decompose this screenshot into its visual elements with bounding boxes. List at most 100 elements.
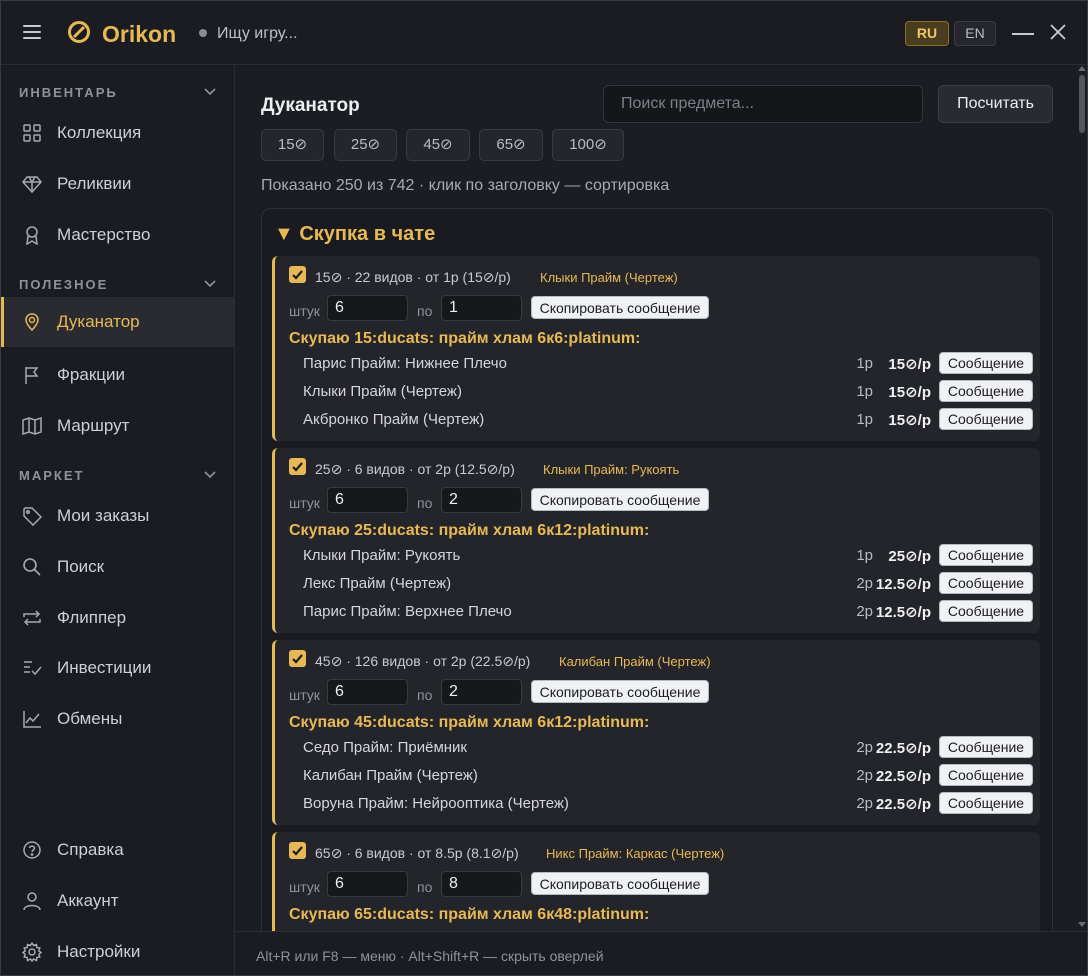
chip-45[interactable]: 45⊘ (406, 129, 470, 161)
grid-icon (22, 123, 42, 143)
sidebar-item-relics[interactable]: Реликвии (1, 159, 234, 209)
qty-label: штук (289, 687, 320, 703)
close-icon[interactable] (1049, 23, 1067, 41)
message-button[interactable]: Сообщение (939, 792, 1033, 814)
buy-message: Скупаю 25:ducats: прайм хлам 6к12:platin… (289, 522, 650, 539)
message-button[interactable]: Сообщение (939, 544, 1033, 566)
item-ducats-per-plat: 12.5⊘/р (875, 576, 931, 593)
group-checkbox[interactable] (289, 266, 306, 283)
sidebar-item-route[interactable]: Маршрут (1, 401, 234, 451)
panel-toggle[interactable]: ▼ Скупка в чате (274, 223, 435, 246)
calculate-button[interactable]: Посчитать (938, 85, 1053, 123)
per-label: по (417, 687, 433, 703)
minimize-icon[interactable] (1012, 33, 1034, 35)
search-icon (22, 557, 42, 577)
per-label: по (417, 495, 433, 511)
list-item: Клыки Прайм (Чертеж) 1р 15⊘/р Сообщение (275, 380, 1043, 406)
tag-icon (22, 506, 42, 526)
list-item: Клыки Прайм: Рукоять 1р 25⊘/р Сообщение (275, 544, 1043, 570)
sidebar-item-label: Обмены (57, 709, 123, 728)
group-top-item: Клыки Прайм (Чертеж) (540, 270, 678, 285)
sidebar-item-ducanator[interactable]: Дуканатор (1, 297, 234, 347)
copy-message-button[interactable]: Скопировать сообщение (531, 296, 709, 319)
item-ducats-per-plat: 15⊘/р (888, 356, 931, 373)
sidebar-item-mastery[interactable]: Мастерство (1, 210, 234, 260)
sidebar-item-label: Коллекция (57, 123, 142, 142)
user-icon (22, 891, 42, 911)
message-button[interactable]: Сообщение (939, 408, 1033, 430)
group-header[interactable]: 15⊘ · 22 видов · от 1р (15⊘/р) (315, 269, 511, 286)
price-input[interactable] (441, 487, 522, 513)
sidebar-item-flipper[interactable]: Флиппер (1, 593, 234, 643)
copy-message-button[interactable]: Скопировать сообщение (531, 872, 709, 895)
sidebar-item-label: Мои заказы (57, 506, 150, 525)
list-item: Акбронко Прайм (Чертеж) 1р 15⊘/р Сообщен… (275, 408, 1043, 434)
scroll-up-icon[interactable] (1078, 66, 1086, 71)
ducat-group-15: 15⊘ · 22 видов · от 1р (15⊘/р) Клыки Пра… (272, 256, 1040, 441)
main-scrollbar[interactable] (1077, 65, 1087, 931)
ducat-icon: ⊘ (367, 136, 381, 153)
item-name: Клыки Прайм: Рукоять (303, 547, 461, 564)
group-checkbox[interactable] (289, 650, 306, 667)
qty-input[interactable] (327, 487, 408, 513)
scroll-down-icon[interactable] (1078, 922, 1086, 927)
item-name: Седо Прайм: Приёмник (303, 739, 467, 756)
copy-message-button[interactable]: Скопировать сообщение (531, 680, 709, 703)
scroll-thumb[interactable] (1079, 75, 1085, 133)
price-input[interactable] (441, 679, 522, 705)
ducat-icon: ⊘ (294, 136, 308, 153)
per-label: по (417, 303, 433, 319)
item-price: 2р (856, 575, 873, 592)
sidebar-item-factions[interactable]: Фракции (1, 350, 234, 400)
search-input[interactable] (603, 85, 923, 123)
menu-icon[interactable] (23, 25, 41, 41)
message-button[interactable]: Сообщение (939, 352, 1033, 374)
chip-25[interactable]: 25⊘ (334, 129, 397, 161)
price-input[interactable] (441, 871, 522, 897)
copy-message-button[interactable]: Скопировать сообщение (531, 488, 709, 511)
lang-en-button[interactable]: EN (954, 21, 996, 46)
group-header[interactable]: 45⊘ · 126 видов · от 2р (22.5⊘/р) (315, 653, 530, 670)
message-button[interactable]: Сообщение (939, 736, 1033, 758)
chip-value: 100 (569, 136, 595, 153)
chip-100[interactable]: 100⊘ (552, 129, 624, 161)
group-checkbox[interactable] (289, 458, 306, 475)
message-button[interactable]: Сообщение (939, 380, 1033, 402)
sidebar-item-my-orders[interactable]: Мои заказы (1, 491, 234, 541)
chevron-down-icon[interactable] (204, 88, 216, 96)
sidebar-item-help[interactable]: Справка (1, 825, 234, 875)
chip-65[interactable]: 65⊘ (479, 129, 543, 161)
group-top-item: Никс Прайм: Каркас (Чертеж) (546, 846, 725, 861)
item-price: 1р (856, 355, 873, 372)
swap-icon (22, 608, 42, 628)
chevron-down-icon[interactable] (204, 280, 216, 288)
chip-15[interactable]: 15⊘ (261, 129, 324, 161)
item-name: Воруна Прайм: Нейрооптика (Чертеж) (303, 795, 569, 812)
sidebar-item-label: Справка (57, 840, 124, 859)
sidebar-item-search[interactable]: Поиск (1, 542, 234, 592)
group-header[interactable]: 65⊘ · 6 видов · от 8.5р (8.1⊘/р) (315, 845, 519, 862)
sidebar-item-settings[interactable]: Настройки (1, 927, 234, 976)
chevron-down-icon[interactable] (204, 471, 216, 479)
sidebar-item-account[interactable]: Аккаунт (1, 876, 234, 926)
group-header[interactable]: 25⊘ · 6 видов · от 2р (12.5⊘/р) (315, 461, 515, 478)
group-checkbox[interactable] (289, 842, 306, 859)
app-window: Orikon Ищу игру... RU EN ИНВЕНТАРЬ Колле… (0, 0, 1088, 976)
section-title-useful: ПОЛЕЗНОЕ (19, 277, 109, 292)
qty-label: штук (289, 879, 320, 895)
qty-input[interactable] (327, 871, 408, 897)
message-button[interactable]: Сообщение (939, 572, 1033, 594)
orikon-logo-icon (67, 20, 91, 44)
message-button[interactable]: Сообщение (939, 764, 1033, 786)
qty-input[interactable] (327, 295, 408, 321)
qty-label: штук (289, 495, 320, 511)
list-item: Седо Прайм: Приёмник 2р 22.5⊘/р Сообщени… (275, 736, 1043, 762)
qty-input[interactable] (327, 679, 408, 705)
sidebar-item-collection[interactable]: Коллекция (1, 108, 234, 158)
message-button[interactable]: Сообщение (939, 600, 1033, 622)
sidebar-item-investments[interactable]: Инвестиции (1, 643, 234, 693)
lang-ru-button[interactable]: RU (905, 21, 949, 46)
sidebar-item-trades[interactable]: Обмены (1, 694, 234, 744)
item-price: 2р (856, 795, 873, 812)
price-input[interactable] (441, 295, 522, 321)
